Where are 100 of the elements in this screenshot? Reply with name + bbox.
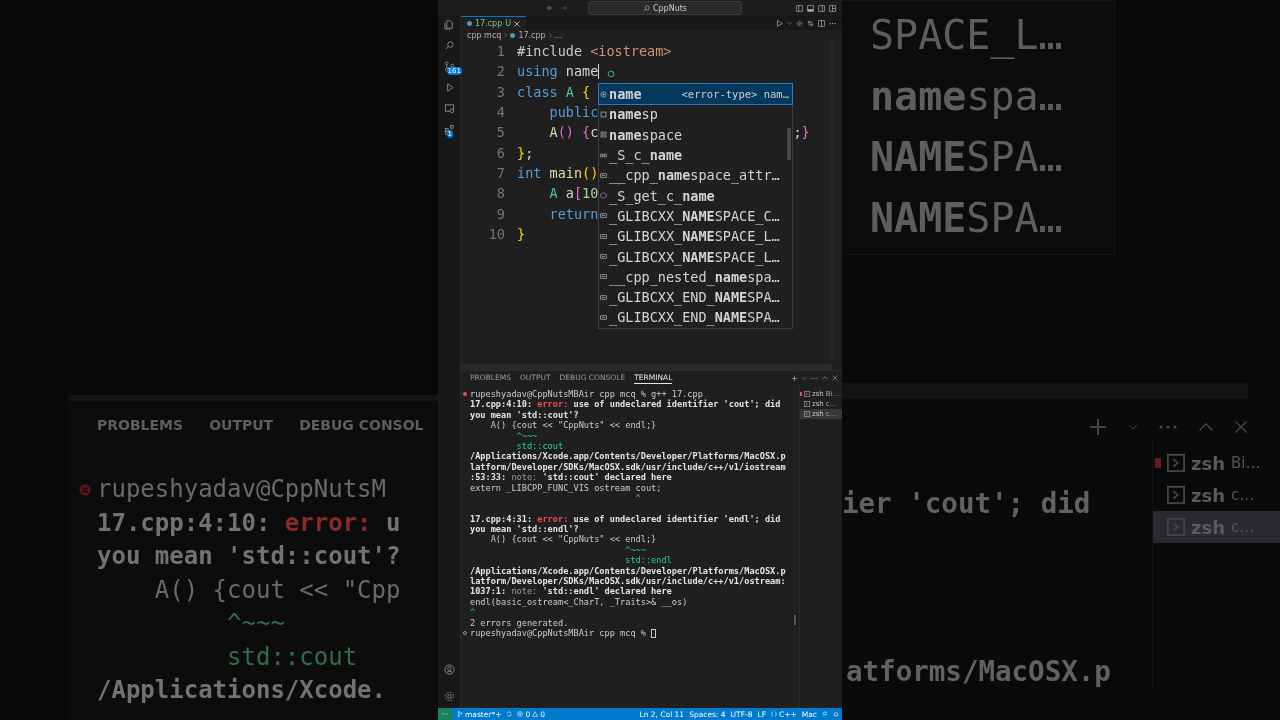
macro-icon [600,232,607,240]
close-icon[interactable] [832,375,838,381]
tab-label: OUTPUT [209,417,274,433]
terminal-line: std::cout [226,641,358,673]
sidebar-toggle-icon[interactable] [796,4,803,12]
code-line: return [548,205,599,222]
terminal-line: extern _LIBCPP_FUNC_VIS ostream cout; [470,482,662,493]
suggestion-item[interactable]: _GLIBCXX_NAMESPACE_C… [599,205,792,227]
line-number: 2 [495,63,505,80]
suggestion-item[interactable]: namespace [599,124,792,145]
line-number: 4 [495,104,505,121]
line-number: 3 [495,83,505,100]
back-arrow-icon[interactable] [546,4,554,12]
close-icon [1234,420,1248,434]
line-number: 9 [495,205,505,222]
suggestion-item[interactable]: namesp [599,104,792,125]
terminal-icon [1167,454,1185,472]
suggestion-item[interactable]: _GLIBCXX_NAMESPACE_L… [599,246,792,267]
suggestion-item[interactable]: __cpp_namespace_attr… [599,165,792,186]
settings-icon[interactable] [443,691,455,702]
terminal-line: A() {cout << "CppNuts" << endl;} [489,420,657,431]
more-icon [1158,423,1178,431]
suggestion-item: NAMESPA… [870,194,1064,243]
caret-icon[interactable] [802,375,807,381]
remote-icon[interactable] [443,103,455,114]
macro-icon [600,293,607,301]
terminal-line: atforms/MacOSX.p [846,654,1112,688]
editor-tab[interactable]: 17.cpp U [461,16,527,30]
tab-label: DEBUG CONSOL [299,417,424,433]
terminal-line: ^ [470,607,476,618]
search-icon[interactable] [443,40,455,51]
terminal-icon [804,411,810,417]
line-number: 5 [495,124,505,141]
macro-icon [600,273,607,281]
layout-icon[interactable] [829,4,836,12]
code-line: ;} [793,124,810,141]
terminal-line: rupeshyadav@CppNutsMBAir cpp mcq % [470,628,646,639]
keyword-icon [600,110,607,118]
scrollbar-thumb[interactable] [794,615,796,625]
suggestion-item: SPACE_L… [870,11,1064,61]
suggestion-item[interactable]: __cpp_nested_namespa… [599,266,792,287]
terminal-line: A() {cout << "Cpp [153,574,401,606]
error-icon [78,482,92,497]
line-number: 7 [495,164,505,181]
suggestion-item[interactable]: _GLIBCXX_END_NAMESPA… [599,307,792,328]
file-icon [467,21,472,26]
terminal-line: 17.cpp:4:10: error: use of undeclared identifier 'cout'; did [470,399,781,410]
explorer-icon[interactable] [443,19,455,30]
line-number: 6 [495,144,505,161]
suggestion-item[interactable]: _GLIBCXX_NAMESPACE_L… [599,226,792,247]
terminal-line: rupeshyadav@CppNutsMBAir cpp mcq % g++ 17.cpp [470,389,703,400]
breadcrumb-item[interactable]: 17.cpp [518,31,546,40]
terminal-line: A() {cout << "CppNuts" << endl;} [489,534,657,545]
caret-icon [1128,422,1138,432]
sync-icon[interactable] [506,711,513,717]
run-icon[interactable] [776,19,783,27]
suggestion-item[interactable]: _GLIBCXX_END_NAMESPA… [599,286,792,308]
terminal-line: 17.cpp:4:10: error: u [97,507,401,539]
struct-icon [600,151,607,159]
more-icon[interactable] [811,376,818,380]
code-line: A a[10 [548,185,599,202]
code-line: } [517,225,526,242]
split-editor-icon[interactable] [818,19,825,27]
terminal-icon [804,401,810,407]
chevron-up-icon[interactable] [822,375,828,381]
panel-toggle-icon[interactable] [807,4,814,12]
terminal-line: ^~~~ [624,544,646,556]
search-icon [642,4,650,12]
account-icon[interactable] [443,664,455,675]
error-icon [517,711,524,717]
terminal-line: you mean 'std::cout'? [97,541,401,572]
plus-icon[interactable] [791,374,798,382]
terminal-line: /Applications/Xcode.app/Contents/Developer/Platforms/MacOSX.p [470,565,786,577]
terminal-line: ^ [634,492,641,504]
terminal-line: ier 'cout'; did [842,487,1092,521]
terminal-line: you mean 'std::cout'? [470,409,579,421]
terminal-line: endl(basic_ostream<_CharT, _Traits>& __os) [470,596,688,608]
search-field[interactable]: CppNuts [588,1,742,15]
suggestion-item: NAMESPA… [870,133,1064,182]
method-icon [600,192,607,200]
code-line: int main() [517,164,599,181]
more-icon[interactable] [829,21,836,25]
snippet-icon [600,131,607,139]
code-line: #include <iostream> [517,43,672,60]
chevron-icon [548,33,552,38]
gear-icon[interactable] [796,19,803,27]
close-icon[interactable] [514,20,521,27]
chevron-icon [504,33,508,38]
suggestion-item[interactable]: name <error-type> nam… [599,84,792,105]
breadcrumb-item[interactable]: cpp mcq [467,31,502,40]
breadcrumb-item[interactable]: ... [554,31,563,40]
suggestion-item[interactable]: _S_get_c_name [599,185,792,206]
branch-icon [457,711,463,717]
suggestion-item[interactable]: _S_c_name [599,144,792,166]
secondary-sidebar-icon[interactable] [818,4,825,12]
terminal-line: std::endl [624,555,672,566]
bell-icon[interactable] [833,711,839,717]
code-line: public [548,104,599,121]
caret-icon[interactable] [787,20,792,26]
terminal-line: rupeshyadav@CppNutsM [97,474,386,505]
